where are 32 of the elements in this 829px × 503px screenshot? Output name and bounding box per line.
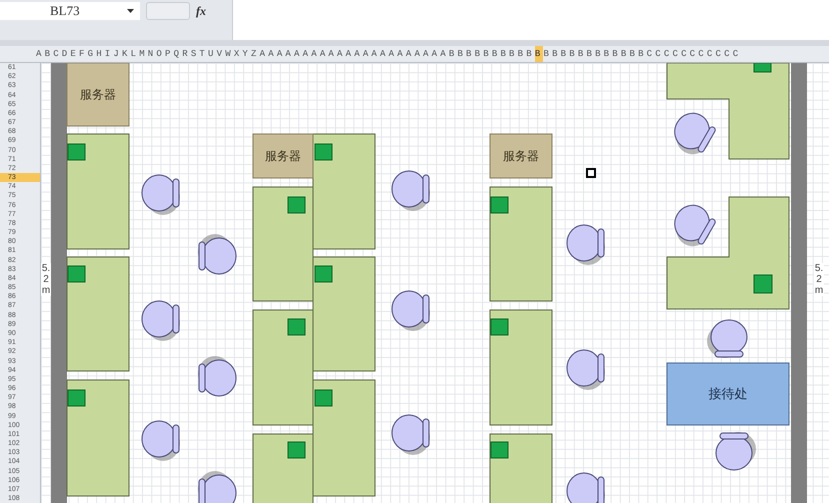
chair-drawing <box>566 472 605 503</box>
chair-drawing <box>566 350 605 390</box>
name-box[interactable]: BL73 <box>0 2 140 20</box>
column-header[interactable]: ABCDEFGHIJKLMNOPQRSTUVWXYZAAAAAAAAAAAAAAAAAAAAAABBBBBBBBBB <box>36 46 535 62</box>
dimension-label: 5.2m <box>41 263 51 296</box>
dimension-label: 5.2m <box>814 263 824 296</box>
chair-drawing <box>392 170 430 211</box>
desk-drawing <box>490 434 552 503</box>
chair-drawing <box>198 234 236 274</box>
formula-input-field[interactable] <box>232 0 829 40</box>
room-block: 服务器 <box>490 134 552 178</box>
column-header[interactable]: B <box>534 46 544 62</box>
chair-drawing <box>142 420 180 461</box>
chair-drawing <box>198 471 236 503</box>
caret-icon[interactable] <box>127 9 134 13</box>
chair-drawing <box>566 224 605 265</box>
cell-cursor-icon <box>586 168 596 178</box>
chair-drawing <box>674 112 717 154</box>
formula-cancel-field[interactable] <box>146 2 190 20</box>
chair-drawing <box>392 414 430 455</box>
chair-drawing <box>142 174 180 215</box>
chair-drawing <box>142 300 180 341</box>
chair-drawing <box>392 290 430 331</box>
room-block: 接待处 <box>666 362 790 426</box>
chair-drawing <box>674 204 717 246</box>
column-header[interactable]: BBBBBBBBBBBBCCCCCCCCCCC <box>543 46 742 62</box>
chair-drawing <box>716 432 756 470</box>
room-block: 服务器 <box>252 134 314 178</box>
room-block: 服务器 <box>66 63 130 126</box>
chair-drawing <box>707 320 748 358</box>
chair-drawing <box>198 356 236 396</box>
insert-function-button[interactable]: fx <box>196 2 206 20</box>
